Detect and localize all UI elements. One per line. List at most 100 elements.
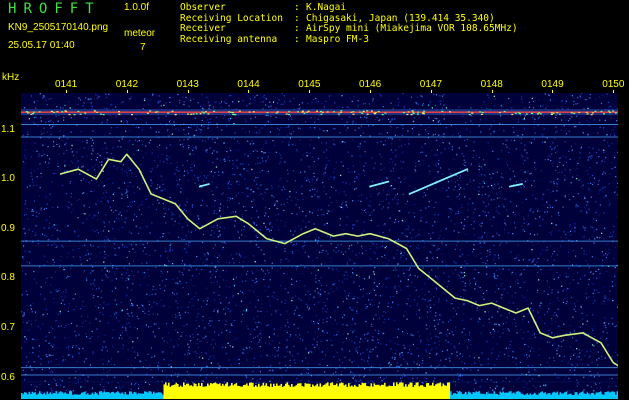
power-bar-segment [405,384,407,399]
carrier-speck [207,113,210,115]
power-bar-segment [187,383,190,399]
power-bar-segment [477,391,479,399]
power-bar-segment [588,393,590,399]
carrier-speck [525,113,528,115]
power-bar-segment [447,382,449,399]
carrier-speck [591,112,594,114]
power-bar-segment [75,394,77,399]
carrier-speck [32,111,35,113]
power-bar-segment [42,394,44,399]
power-bar-segment [118,393,121,399]
power-bar-segment [273,383,275,399]
spectrogram [21,93,618,399]
power-bar-segment [568,393,571,399]
carrier-speck [266,112,269,114]
power-bar-segment [147,392,149,399]
carrier-speck [288,111,291,113]
power-bar-segment [165,382,167,399]
power-bar-segment [238,386,241,399]
power-bar-segment [183,382,185,399]
power-bar-segment [456,393,458,399]
power-bar-segment [300,383,302,399]
power-bar-segment [277,385,280,399]
power-bar-segment [289,386,292,399]
carrier-speck [538,112,541,114]
carrier-speck [84,112,87,114]
x-tick-label: 0143 [176,79,199,90]
power-bar-segment [180,385,182,399]
power-bar-segment [385,386,388,399]
power-bar-segment [346,387,349,399]
power-bar-segment [310,387,313,399]
power-bar-segment [493,391,496,399]
power-bar-segment [322,385,325,399]
power-bar-segment [304,383,307,399]
power-bar-segment [538,393,541,399]
power-bar-segment [205,386,208,399]
power-bar-segment [195,383,197,399]
power-bar-segment [399,382,401,399]
power-bar-segment [358,384,361,399]
title-letter: F [69,1,86,17]
carrier-speck [238,110,241,112]
power-bar-segment [438,383,440,399]
meteor-count-label: meteor [124,28,156,39]
power-bar-segment [574,392,577,399]
carrier-speck [578,111,581,114]
power-bar-segment [237,385,239,399]
carrier-speck [412,111,415,113]
app-version: 1.0.0f [124,2,150,13]
power-bar-segment [502,391,505,399]
power-bar-segment [466,394,469,399]
info-value: Maspro FM-3 [306,33,369,45]
carrier-speck [303,112,306,114]
power-bar-segment [589,394,592,399]
power-bar-segment [63,393,65,399]
power-bar-segment [496,394,499,399]
power-bar-segment [70,391,73,399]
power-bar-segment [279,385,281,399]
carrier-speck [61,111,64,113]
carrier-speck [552,112,555,114]
power-bar-segment [111,392,113,399]
carrier-speck [99,113,102,115]
power-bar-segment [100,391,103,399]
power-bar-segment [508,391,511,399]
carrier-speck [550,113,553,115]
power-bar-segment [186,383,188,399]
power-bar-segment [489,393,491,399]
power-bar-segment [345,384,347,399]
meteor-streak [369,180,390,188]
power-bar-segment [313,386,316,399]
power-bar-segment [213,383,215,399]
power-bar-segment [436,383,439,399]
power-bar-segment [34,392,37,399]
power-bar-segment [510,391,512,399]
carrier-speck [154,111,157,113]
power-bar-segment [327,382,329,399]
power-bar-segment [331,382,334,399]
power-bar-segment [522,393,524,399]
carrier-speck [73,114,76,116]
power-bar-segment [480,393,482,399]
power-bar-segment [139,393,142,399]
power-bar-segment [127,394,130,399]
power-bar-segment [555,392,557,399]
power-bar-segment [268,386,271,399]
power-bar-segment [124,392,127,399]
y-tick-label: 1.1 [1,123,15,135]
carrier-speck [374,113,376,115]
carrier-speck [56,111,59,113]
power-bar-segment [169,386,172,399]
power-bar-segment [243,385,245,399]
power-bar-segment [430,385,433,399]
power-bar-segment [328,385,331,399]
carrier-speck [230,111,233,113]
power-bar-segment [244,384,247,399]
power-bar-segment [148,391,151,399]
power-bar-segment [33,392,35,399]
power-bar-segment [498,395,500,399]
power-bar-segment [201,382,203,399]
power-bar-segment [223,385,226,399]
power-bar-segment [561,393,563,399]
